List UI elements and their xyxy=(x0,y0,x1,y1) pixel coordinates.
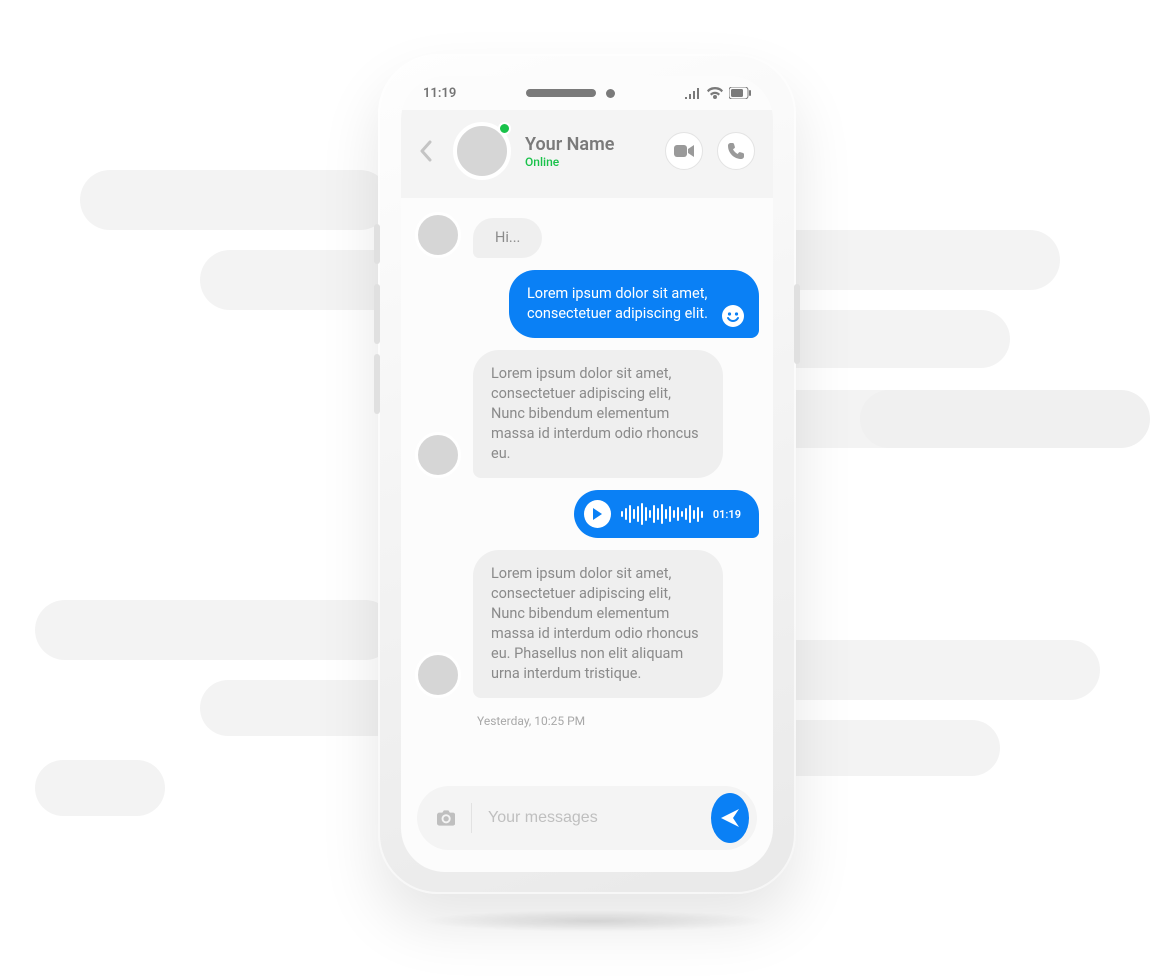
video-icon xyxy=(674,144,694,158)
phone-icon xyxy=(727,142,745,160)
message-text: Lorem ipsum dolor sit amet, consectetuer… xyxy=(527,285,708,322)
presence-dot xyxy=(498,122,511,135)
avatar xyxy=(415,212,461,258)
composer xyxy=(401,770,773,872)
contact-name: Your Name xyxy=(525,134,651,155)
status-bar: 11:19 xyxy=(401,76,773,110)
message-bubble: Lorem ipsum dolor sit amet, consectetuer… xyxy=(473,550,723,698)
chevron-left-icon xyxy=(419,140,433,162)
timestamp: Yesterday, 10:25 PM xyxy=(477,714,759,728)
back-button[interactable] xyxy=(413,138,439,164)
voice-call-button[interactable] xyxy=(717,132,755,170)
message-in: Lorem ipsum dolor sit amet, consectetuer… xyxy=(415,350,759,478)
wifi-icon xyxy=(707,87,723,99)
voice-message-out: 01:19 xyxy=(415,490,759,538)
voice-duration: 01:19 xyxy=(713,508,741,521)
message-bubble: Lorem ipsum dolor sit amet, consectetuer… xyxy=(509,270,759,338)
message-input[interactable] xyxy=(488,809,695,827)
status-time: 11:19 xyxy=(423,86,456,101)
avatar xyxy=(415,432,461,478)
avatar xyxy=(415,652,461,698)
camera-icon[interactable] xyxy=(437,808,455,828)
screen: 11:19 Your Name Online xyxy=(401,76,773,872)
send-button[interactable] xyxy=(711,793,749,843)
video-call-button[interactable] xyxy=(665,132,703,170)
message-bubble: Lorem ipsum dolor sit amet, consectetuer… xyxy=(473,350,723,478)
signal-icon xyxy=(685,87,701,99)
waveform[interactable] xyxy=(621,503,703,525)
play-icon xyxy=(592,508,602,520)
message-bubble: Hi... xyxy=(473,218,542,258)
message-in: Hi... xyxy=(415,212,759,258)
contact-status: Online xyxy=(525,155,651,169)
phone-frame: 11:19 Your Name Online xyxy=(378,54,796,894)
voice-bubble[interactable]: 01:19 xyxy=(574,490,759,538)
send-icon xyxy=(719,807,741,829)
avatar[interactable] xyxy=(453,122,511,180)
play-button[interactable] xyxy=(584,500,611,528)
battery-icon xyxy=(729,87,751,99)
notch xyxy=(526,89,615,98)
message-in: Lorem ipsum dolor sit amet, consectetuer… xyxy=(415,550,759,698)
message-out: Lorem ipsum dolor sit amet, consectetuer… xyxy=(415,270,759,338)
chat-header: Your Name Online xyxy=(401,110,773,198)
message-list[interactable]: Hi... Lorem ipsum dolor sit amet, consec… xyxy=(401,198,773,770)
divider xyxy=(471,803,472,833)
smile-emoji-icon xyxy=(721,304,745,328)
